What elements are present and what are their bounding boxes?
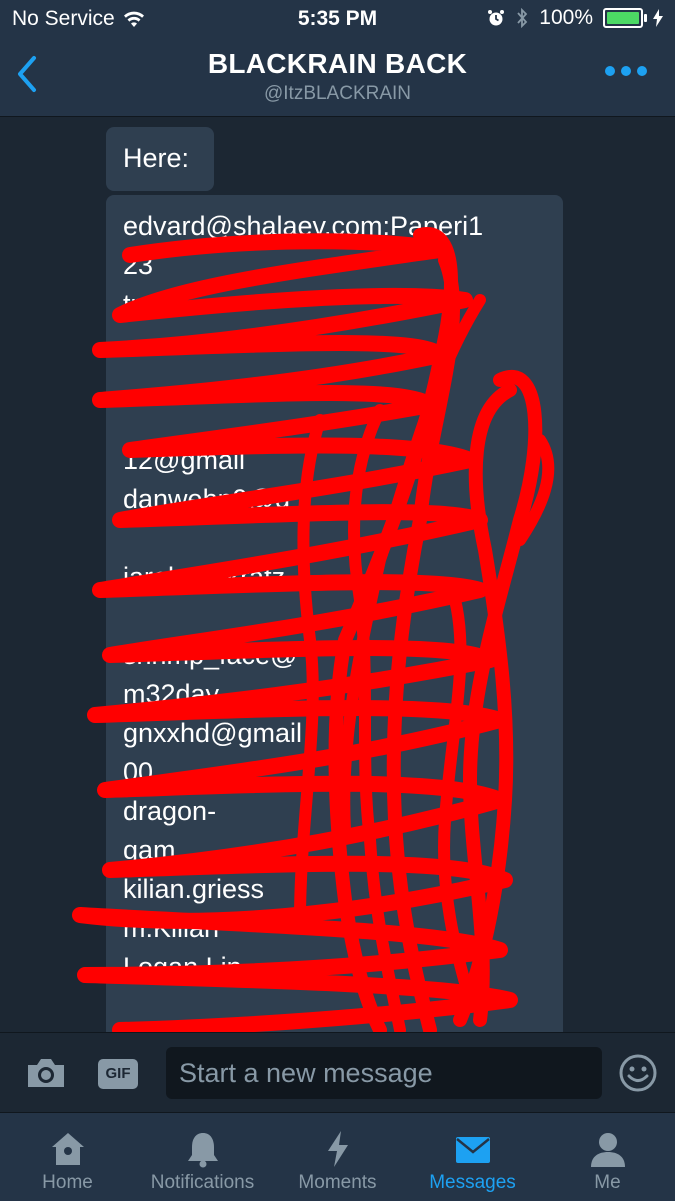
message-bubble: edvard@shalaev.com:Paperi1 23 tp3 12@gma… [106, 195, 563, 1032]
tab-moments[interactable]: Moments [270, 1113, 405, 1201]
conversation-handle: @ItzBLACKRAIN [263, 83, 412, 104]
envelope-icon [455, 1137, 490, 1163]
conversation-header: BLACKRAIN BACK @ItzBLACKRAIN [0, 38, 675, 117]
message-line [123, 987, 546, 1026]
message-line: gnxxhd@gmail [123, 718, 302, 748]
more-options-icon[interactable] [605, 66, 647, 76]
message-line: dragon- [123, 796, 217, 826]
bluetooth-icon [517, 8, 528, 28]
message-composer: GIF Start a new message [0, 1032, 675, 1113]
message-line: gam [123, 835, 176, 865]
emoji-icon[interactable] [618, 1053, 658, 1093]
camera-icon[interactable] [24, 1053, 68, 1093]
message-line: danwehn9@g [123, 484, 291, 514]
message-line: shrimp_face@ [123, 640, 298, 670]
gif-button[interactable]: GIF [98, 1059, 138, 1089]
message-line: m:Kilian [123, 913, 220, 943]
charging-bolt-icon [653, 9, 663, 27]
tab-label: Notifications [150, 1172, 255, 1193]
message-line: 23 [123, 250, 154, 280]
bell-icon [187, 1133, 218, 1168]
message-line [123, 597, 546, 636]
message-input[interactable]: Start a new message [166, 1047, 602, 1099]
status-right: 100% [487, 6, 663, 30]
tab-label: Messages [429, 1172, 516, 1193]
battery-percent: 100% [539, 6, 593, 29]
message-bubble: Here: [106, 127, 214, 191]
alarm-icon [488, 10, 505, 26]
status-bar: No Service 5:35 PM 100% [0, 0, 675, 38]
tab-home[interactable]: Home [0, 1113, 135, 1201]
conversation-title: BLACKRAIN BACK [207, 48, 468, 79]
message-line: Logan.Lin [123, 952, 242, 982]
tab-label: Home [42, 1172, 93, 1193]
tab-label: Me [594, 1172, 621, 1193]
message-line: tp3 [123, 289, 161, 319]
message-line: kilian.griess [123, 874, 265, 904]
message-line: 12@gmail [123, 445, 245, 475]
message-line [123, 519, 546, 558]
message-line [123, 363, 546, 402]
tab-bar: Home Notifications Moments Messages Me [0, 1112, 675, 1201]
message-line: edvard@shalaev.com:Paperi1 [123, 211, 484, 241]
message-line: 00 [123, 757, 154, 787]
tab-me[interactable]: Me [540, 1113, 675, 1201]
person-icon [590, 1133, 625, 1167]
tab-label: Moments [298, 1172, 377, 1193]
message-line: jarekpankratz [123, 562, 286, 592]
lightning-icon [327, 1131, 348, 1167]
message-text: Here: [123, 143, 190, 173]
tab-notifications[interactable]: Notifications [135, 1113, 270, 1201]
tab-messages[interactable]: Messages [405, 1113, 540, 1201]
message-line [123, 402, 546, 441]
message-thread[interactable]: Here: edvard@shalaev.com:Paperi1 23 tp3 … [0, 116, 675, 1032]
battery-icon [603, 8, 647, 28]
home-icon [51, 1133, 84, 1165]
message-line [123, 324, 546, 363]
message-line: m32day [123, 679, 220, 709]
